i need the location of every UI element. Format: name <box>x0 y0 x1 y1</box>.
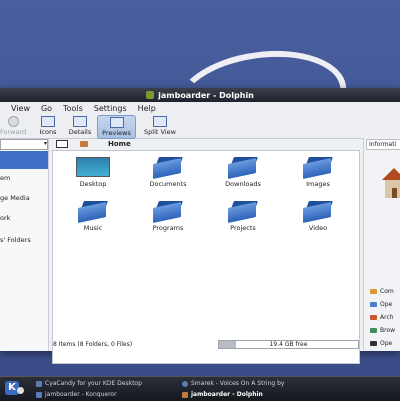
k-menu-badge <box>17 387 24 394</box>
konqueror-icon <box>36 391 42 398</box>
menubar: View Go Tools Settings Help <box>0 102 400 114</box>
menu-tools[interactable]: Tools <box>63 104 83 113</box>
menu-help[interactable]: Help <box>138 104 156 113</box>
file-name: Music <box>83 224 103 232</box>
konqueror-icon <box>36 380 42 387</box>
file-item-images[interactable]: Images <box>288 157 348 188</box>
konqueror-icon <box>182 380 188 387</box>
file-name: Video <box>308 224 328 232</box>
places-item-system[interactable]: em <box>0 169 48 187</box>
information-panel-title: Informati <box>366 139 400 150</box>
view-toggle-icon[interactable] <box>56 139 68 148</box>
folder-icon <box>153 201 183 223</box>
folder-icon <box>228 157 258 179</box>
toolbar: Forward Icons Details Previews Split Vie… <box>0 114 400 139</box>
window-titlebar[interactable]: jamboarder - Dolphin <box>0 88 400 102</box>
disk-free-text: 19.4 GB free <box>269 341 308 348</box>
previews-button[interactable]: Previews <box>97 115 136 139</box>
status-text: 8 Items (8 Folders, 0 Files) <box>53 340 133 348</box>
file-item-video[interactable]: Video <box>288 201 348 232</box>
task-smarek[interactable]: Smarek - Voices On A String by <box>182 379 312 388</box>
window-title: jamboarder - Dolphin <box>158 90 254 100</box>
file-item-projects[interactable]: Projects <box>213 201 273 232</box>
folder-icon <box>78 201 108 223</box>
icons-view-icon <box>41 116 55 127</box>
taskbar: K CyaCandy for your KDE Desktop Smarek -… <box>0 376 400 401</box>
info-action[interactable]: Ope <box>370 340 400 350</box>
dolphin-window: jamboarder - Dolphin View Go Tools Setti… <box>0 88 400 364</box>
desktop-icon <box>76 157 110 177</box>
details-view-label: Details <box>68 128 92 136</box>
places-panel: ▾ em ge Media ork s' Folders <box>0 139 49 351</box>
file-item-documents[interactable]: Documents <box>138 157 198 188</box>
file-name: Downloads <box>225 180 261 188</box>
home-preview-icon <box>382 168 400 204</box>
file-name: Programs <box>152 224 184 232</box>
places-item-home[interactable] <box>0 151 48 169</box>
places-item-network[interactable]: ork <box>0 209 48 227</box>
split-view-icon <box>153 116 167 127</box>
places-item-users-folders[interactable]: s' Folders <box>0 231 48 249</box>
folder-icon <box>303 157 333 179</box>
places-dropdown[interactable]: ▾ <box>0 139 48 150</box>
menu-settings[interactable]: Settings <box>94 104 127 113</box>
info-action[interactable]: Ope <box>370 301 400 311</box>
file-name: Projects <box>230 224 256 232</box>
file-item-music[interactable]: Music <box>63 201 123 232</box>
breadcrumb-home[interactable]: Home <box>108 140 131 148</box>
task-cyacandy[interactable]: CyaCandy for your KDE Desktop <box>36 379 176 388</box>
action-icon <box>370 328 377 333</box>
folder-icon <box>303 201 333 223</box>
folder-icon <box>228 201 258 223</box>
info-action[interactable]: Brow <box>370 327 400 337</box>
details-view-button[interactable]: Details <box>67 115 93 137</box>
home-folder-icon <box>80 140 88 147</box>
icons-view-button[interactable]: Icons <box>38 115 58 137</box>
action-icon <box>370 341 377 346</box>
folder-icon <box>153 157 183 179</box>
info-action[interactable]: Arch <box>370 314 400 324</box>
file-item-programs[interactable]: Programs <box>138 201 198 232</box>
file-name: Images <box>306 180 330 188</box>
file-name: Documents <box>149 180 187 188</box>
location-bar: Home <box>50 138 360 149</box>
dolphin-icon <box>182 391 188 398</box>
previews-label: Previews <box>102 129 131 137</box>
forward-label: Forward <box>0 128 27 136</box>
information-panel: Informati Com Ope Arch Brow Ope <box>363 138 400 350</box>
info-action[interactable]: Com <box>370 288 400 298</box>
file-item-desktop[interactable]: Desktop <box>63 157 123 188</box>
action-icon <box>370 315 377 320</box>
file-item-downloads[interactable]: Downloads <box>213 157 273 188</box>
previews-icon <box>109 117 124 128</box>
forward-button[interactable]: Forward <box>0 115 26 137</box>
icons-view-label: Icons <box>39 128 57 136</box>
disk-capacity-bar: 19.4 GB free <box>218 340 359 349</box>
task-konqueror[interactable]: jamboarder - Konqueror <box>36 390 176 399</box>
action-icon <box>370 302 377 307</box>
file-view[interactable]: Desktop Documents Downloads Images Music… <box>52 150 360 364</box>
menu-go[interactable]: Go <box>41 104 52 113</box>
action-icon <box>370 289 377 294</box>
menu-view[interactable]: View <box>11 104 30 113</box>
places-item-storage-media[interactable]: ge Media <box>0 189 48 207</box>
file-name: Desktop <box>79 180 107 188</box>
task-dolphin[interactable]: jamboarder - Dolphin <box>182 390 312 399</box>
split-view-label: Split View <box>144 128 176 136</box>
split-view-button[interactable]: Split View <box>141 115 179 137</box>
dolphin-app-icon <box>146 91 155 99</box>
details-view-icon <box>73 116 87 127</box>
forward-icon <box>7 116 19 127</box>
